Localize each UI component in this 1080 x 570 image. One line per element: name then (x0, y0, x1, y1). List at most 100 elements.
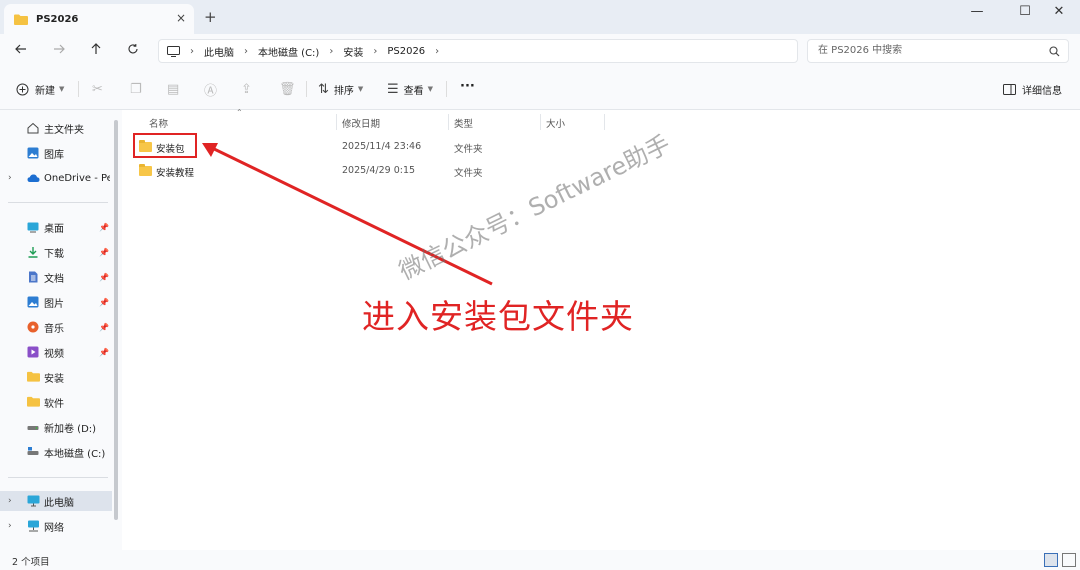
plus-circle-icon (16, 83, 29, 95)
rename-icon[interactable]: Ⓐ (204, 81, 217, 99)
share-icon[interactable]: ⇪ (241, 81, 252, 97)
sidebar-scrollbar[interactable] (114, 120, 118, 520)
breadcrumb-separator: › (244, 45, 248, 57)
maximize-button[interactable]: ☐ (1010, 4, 1040, 19)
drive-icon (27, 446, 39, 458)
video-icon (27, 346, 39, 358)
view-list-icon: ☰ (387, 81, 399, 97)
breadcrumb-install[interactable]: 安装 (343, 44, 363, 59)
details-view-button[interactable] (1044, 553, 1058, 567)
folder-icon (27, 371, 40, 383)
toolbar-divider (78, 81, 79, 97)
picture-icon (27, 296, 39, 308)
new-label: 新建 (35, 85, 55, 97)
gallery-icon (27, 147, 39, 159)
navigation-pane: 主文件夹 图库 › OneDrive - Per 桌面 📌 下载 📌 文档 📌 … (0, 110, 122, 550)
navigation-bar: › 此电脑 › 本地磁盘 (C:) › 安装 › PS2026 › 在 PS20… (0, 34, 1080, 68)
sidebar-item-onedrive[interactable]: › OneDrive - Per (0, 168, 112, 188)
sidebar-item-label: 此电脑 (44, 497, 74, 509)
tab-ps2026[interactable]: PS2026 × (4, 4, 194, 34)
address-bar[interactable]: › 此电脑 › 本地磁盘 (C:) › 安装 › PS2026 › (158, 39, 798, 63)
refresh-button[interactable] (122, 41, 144, 61)
network-icon (27, 520, 39, 532)
minimize-button[interactable]: — (962, 4, 992, 19)
new-button[interactable]: 新建 ▼ (16, 81, 64, 97)
tiles-view-button[interactable] (1062, 553, 1076, 567)
paste-icon[interactable]: ▤ (167, 81, 179, 97)
sidebar-item-label: OneDrive - Per (44, 172, 110, 184)
sidebar-item-documents[interactable]: 文档 📌 (0, 267, 112, 287)
pin-icon[interactable]: 📌 (99, 273, 109, 282)
breadcrumb-separator: › (329, 45, 334, 57)
forward-button[interactable] (48, 41, 70, 61)
sort-icon: ⇅ (318, 81, 329, 97)
up-button[interactable] (85, 41, 107, 61)
drive-icon (27, 421, 39, 433)
item-count: 2 个项目 (12, 557, 50, 568)
sidebar-item-this-pc[interactable]: › 此电脑 (0, 491, 112, 511)
sidebar-item-label: 本地磁盘 (C:) (44, 448, 106, 460)
music-icon (27, 321, 39, 333)
download-icon (27, 246, 39, 258)
sidebar-item-drive-c[interactable]: 本地磁盘 (C:) (0, 442, 112, 462)
sort-label: 排序 (333, 85, 354, 97)
sidebar-item-install[interactable]: 安装 (0, 367, 112, 387)
monitor-icon (167, 45, 180, 57)
sidebar-divider (8, 202, 108, 203)
details-pane-button[interactable]: 详细信息 (1003, 81, 1062, 97)
breadcrumb-local-disk[interactable]: 本地磁盘 (C:) (258, 44, 319, 59)
sidebar-item-drive-d[interactable]: 新加卷 (D:) (0, 417, 112, 437)
document-icon (27, 271, 39, 283)
chevron-down-icon: ▼ (357, 85, 364, 93)
sidebar-item-pictures[interactable]: 图片 📌 (0, 292, 112, 312)
breadcrumb-separator: › (435, 45, 440, 57)
sidebar-item-desktop[interactable]: 桌面 📌 (0, 217, 112, 237)
folder-icon (27, 396, 40, 408)
sidebar-item-label: 安装 (44, 373, 64, 385)
folder-icon (14, 14, 28, 25)
pin-icon[interactable]: 📌 (99, 323, 109, 332)
sort-button[interactable]: ⇅ 排序 ▼ (318, 81, 363, 97)
search-input[interactable]: 在 PS2026 中搜索 (807, 39, 1069, 63)
details-label: 详细信息 (1022, 85, 1062, 97)
view-button[interactable]: ☰ 查看 ▼ (387, 81, 433, 97)
sidebar-item-music[interactable]: 音乐 📌 (0, 317, 112, 337)
arrow-up-icon (91, 43, 101, 54)
tab-title: PS2026 (36, 13, 79, 25)
sidebar-item-label: 新加卷 (D:) (44, 423, 97, 435)
pin-icon[interactable]: 📌 (99, 223, 109, 232)
sidebar-item-label: 软件 (44, 398, 64, 410)
pin-icon[interactable]: 📌 (99, 298, 109, 307)
pin-icon[interactable]: 📌 (99, 348, 109, 357)
delete-icon[interactable]: 🗑 (279, 81, 296, 97)
new-tab-button[interactable]: + (204, 8, 217, 26)
pin-icon[interactable]: 📌 (99, 248, 109, 257)
details-pane-icon (1003, 83, 1016, 95)
refresh-icon (128, 44, 138, 54)
sidebar-item-gallery[interactable]: 图库 (0, 143, 112, 163)
back-button[interactable] (10, 41, 32, 61)
chevron-down-icon: ▼ (59, 85, 65, 93)
annotation-text: 进入安装包文件夹 (362, 297, 634, 336)
close-window-button[interactable]: ✕ (1044, 4, 1074, 19)
chevron-right-icon: › (8, 173, 12, 183)
sidebar-item-label: 网络 (44, 522, 64, 534)
more-options-button[interactable]: ··· (460, 78, 475, 94)
sidebar-item-network[interactable]: › 网络 (0, 516, 112, 536)
chevron-down-icon: ▼ (427, 85, 434, 93)
cut-icon[interactable]: ✂ (92, 81, 103, 97)
sidebar-item-label: 主文件夹 (44, 124, 84, 136)
tab-close-button[interactable]: × (176, 11, 186, 25)
sidebar-item-software[interactable]: 软件 (0, 392, 112, 412)
sidebar-item-videos[interactable]: 视频 📌 (0, 342, 112, 362)
breadcrumb-ps2026[interactable]: PS2026 (387, 46, 425, 57)
sidebar-item-downloads[interactable]: 下载 📌 (0, 242, 112, 262)
chevron-right-icon: › (8, 496, 12, 506)
breadcrumb-this-pc[interactable]: 此电脑 (204, 44, 234, 59)
title-bar: PS2026 × + — ☐ ✕ (0, 0, 1080, 34)
computer-icon (27, 495, 40, 507)
arrow-left-icon (15, 44, 26, 54)
search-icon (1049, 40, 1060, 65)
sidebar-item-home[interactable]: 主文件夹 (0, 118, 112, 138)
copy-icon[interactable]: ❐ (130, 81, 142, 97)
